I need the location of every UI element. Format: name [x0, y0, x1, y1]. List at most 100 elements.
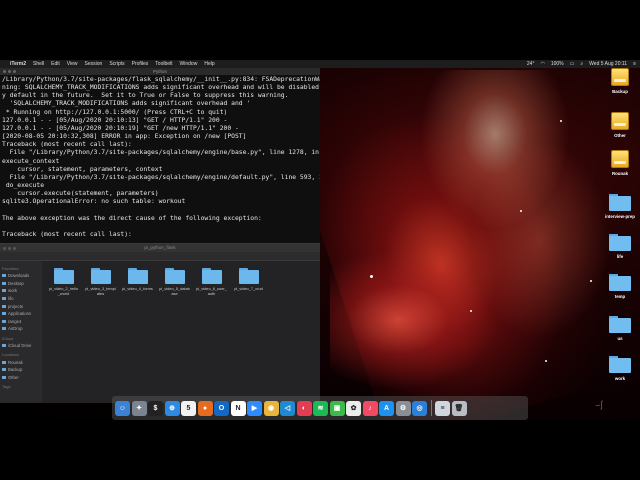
sidebar-folder-icon [2, 368, 6, 372]
downloads-stack-icon[interactable]: ≡ [435, 400, 450, 416]
sidebar-item[interactable]: projects [2, 302, 40, 310]
finder-file-item[interactable]: pi_video_6_user_auth [196, 264, 227, 324]
desktop-icon-rounak[interactable]: Rounak [603, 150, 637, 176]
desktop-icon-work[interactable]: work [603, 356, 637, 381]
zoom-icon[interactable]: ▶ [247, 400, 262, 416]
terminal-titlebar[interactable]: Python [0, 68, 320, 75]
star [370, 275, 373, 278]
sidebar-section-header: Favorites [2, 266, 19, 271]
finder-file-item[interactable]: pi_video_4_forms [122, 264, 153, 324]
terminal-output[interactable]: /Library/Python/3.7/site-packages/flask_… [0, 75, 320, 240]
notion-icon[interactable]: N [230, 400, 246, 416]
finder-sidebar: Favorites Downloads Desktop work lifo project… [0, 261, 42, 403]
menu-profiles[interactable]: Profiles [132, 61, 149, 67]
terminal-window[interactable]: Python /Library/Python/3.7/site-packages… [0, 68, 320, 250]
wallpaper-signature: ~ʃ [593, 399, 604, 411]
folder-body [201, 270, 222, 284]
menu-extras: 24° ◠ 100% ▭ ⌕ Wed 5 Aug 20:11 ≡ [527, 61, 636, 67]
music-icon[interactable]: ♪ [362, 400, 378, 416]
control-center-icon[interactable]: ≡ [633, 61, 636, 67]
finder-file-grid: pi_video_2_hello_world pi_video_3_templat… [44, 264, 316, 324]
sidebar-item[interactable]: Applications [2, 310, 40, 318]
external-drive-icon [611, 150, 629, 168]
minimize-icon[interactable] [8, 70, 11, 73]
outlook-icon[interactable]: O [214, 400, 229, 416]
terminal-line: do_execute [2, 182, 45, 190]
menu-toolbelt[interactable]: Toolbelt [155, 61, 172, 67]
finder-icon[interactable]: ☺ [115, 400, 130, 416]
sidebar-item[interactable]: lifo [2, 295, 40, 303]
menu-app-name[interactable]: iTerm2 [10, 61, 26, 67]
sidebar-item-label: Rounak [8, 359, 23, 365]
file-name: pi_video_6_user_auth [196, 286, 227, 296]
finder-file-item[interactable]: pi_video_5_database [159, 264, 190, 324]
sidebar-item[interactable]: work [2, 287, 40, 295]
search-icon[interactable]: ⌕ [580, 61, 583, 67]
pocket-icon[interactable]: ◐ [296, 400, 312, 416]
finder-file-item[interactable]: pi_video_2_hello_world [48, 264, 79, 324]
wifi-icon[interactable]: ◠ [540, 61, 544, 67]
photos-icon[interactable]: ✿ [346, 400, 361, 416]
desktop-icon-temp[interactable]: temp [603, 274, 637, 299]
facetime-icon[interactable]: ▣ [329, 400, 345, 416]
menu-view[interactable]: View [67, 61, 78, 67]
external-drive-icon [611, 112, 629, 130]
menu-edit[interactable]: Edit [51, 61, 60, 67]
trash-icon[interactable]: 🗑 [451, 400, 467, 416]
sidebar-item[interactable]: Rounak [2, 358, 40, 366]
folder-body [127, 270, 148, 284]
desktop-icon-other[interactable]: Other [603, 112, 637, 138]
menu-session[interactable]: Session [85, 61, 103, 67]
folder-icon [164, 268, 185, 284]
sidebar-item[interactable]: iCloud Drive [2, 342, 40, 350]
calendar-icon[interactable]: 5 [181, 400, 196, 416]
terminal-icon[interactable]: $ [148, 400, 163, 416]
desktop-icon-life[interactable]: life [603, 234, 637, 259]
menu-clock[interactable]: Wed 5 Aug 20:11 [589, 61, 627, 67]
firefox-icon[interactable]: ● [197, 400, 213, 416]
sidebar-item[interactable]: range4 [2, 318, 40, 326]
chrome-icon[interactable]: ◉ [263, 400, 279, 416]
finder-file-item[interactable]: pi_video_7_crud [233, 264, 264, 324]
folder-icon [90, 268, 111, 284]
screen-recorder-icon[interactable]: ◎ [412, 400, 427, 416]
sidebar-item[interactable]: AirDrop [2, 325, 40, 333]
finder-window[interactable]: pi_python_flask Favorites Downloads Deskto… [0, 243, 320, 403]
launchpad-icon[interactable]: ✦ [131, 400, 147, 416]
desktop-icon-label: life [616, 254, 624, 259]
menu-help[interactable]: Help [204, 61, 214, 67]
sidebar-item[interactable]: Desktop [2, 280, 40, 288]
sidebar-item[interactable]: Backup [2, 366, 40, 374]
appstore-icon[interactable]: A [379, 400, 394, 416]
finder-titlebar[interactable]: pi_python_flask [0, 244, 320, 252]
sidebar-item-label: Applications [8, 311, 32, 317]
desktop-icon-backup[interactable]: Backup [603, 68, 637, 94]
menu-shell[interactable]: Shell [33, 61, 44, 67]
battery-icon[interactable]: ▭ [570, 61, 575, 67]
safari-icon[interactable]: ⊕ [164, 400, 180, 416]
folder-icon [201, 268, 222, 284]
finder-file-item[interactable]: pi_video_3_templates [85, 264, 116, 324]
wallpaper-nebula-core [420, 70, 570, 230]
menu-window[interactable]: Window [180, 61, 198, 67]
vscode-icon[interactable]: ◁ [280, 400, 295, 416]
folder-icon [238, 268, 259, 284]
desktop-icon-us[interactable]: us [603, 316, 637, 341]
sidebar-item-label: iCloud Drive [8, 343, 32, 349]
menu-scripts[interactable]: Scripts [109, 61, 124, 67]
weather-temperature[interactable]: 24° [527, 61, 535, 67]
sidebar-folder-icon [2, 312, 6, 316]
battery-percent[interactable]: 100% [551, 61, 564, 67]
desktop-icon-label: Other [614, 133, 626, 138]
desktop-icon-interview-prep[interactable]: interview-prep [603, 194, 637, 219]
close-icon[interactable] [3, 70, 6, 73]
zoom-icon[interactable] [13, 70, 16, 73]
file-name: pi_video_3_templates [85, 286, 116, 296]
sidebar-item[interactable]: Downloads [2, 272, 40, 280]
sidebar-item[interactable]: Other [2, 374, 40, 382]
system-prefs-icon[interactable]: ⚙ [395, 400, 411, 416]
sidebar-item-label: lifo [8, 296, 14, 302]
spotify-icon[interactable]: ≋ [313, 400, 328, 416]
sidebar-item-label: range4 [8, 318, 22, 324]
sidebar-folder-icon [2, 281, 6, 285]
